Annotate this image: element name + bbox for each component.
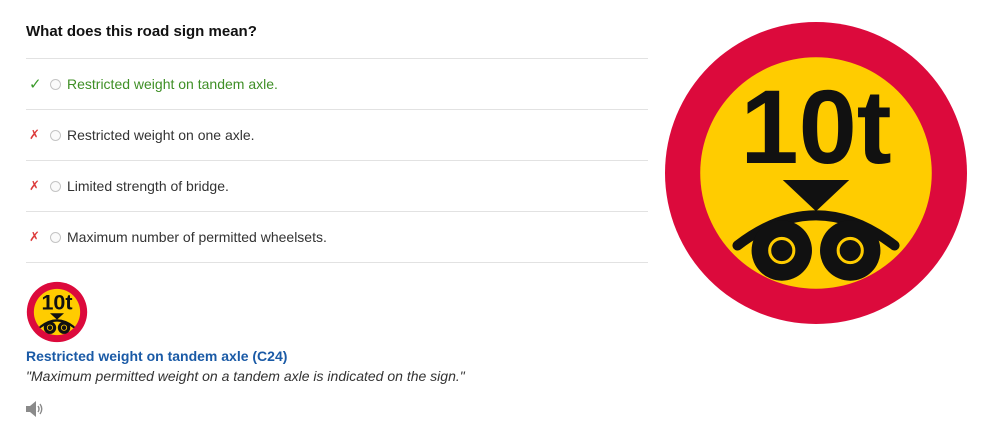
answer-option-2[interactable]: ✗ Restricted weight on one axle. <box>26 110 648 161</box>
road-sign-image: 10t <box>665 22 967 324</box>
cross-icon: ✗ <box>29 127 40 143</box>
answer-label-3: Limited strength of bridge. <box>67 178 229 194</box>
answer-radio-2[interactable] <box>50 129 61 141</box>
sign-thumb-text: 10t <box>41 291 72 315</box>
explanation-panel: 10t Restricted weight on tandem axle (C2… <box>26 281 666 386</box>
cross-icon: ✗ <box>29 229 40 245</box>
question-title: What does this road sign mean? <box>26 0 648 59</box>
sign-wheel-left <box>751 220 812 281</box>
answer-option-4[interactable]: ✗ Maximum number of permitted wheelsets. <box>26 212 648 263</box>
answer-option-1[interactable]: ✓ Restricted weight on tandem axle. <box>26 59 648 110</box>
answer-label-4: Maximum number of permitted wheelsets. <box>67 229 327 245</box>
checkmark-icon: ✓ <box>29 76 42 93</box>
speaker-icon[interactable] <box>25 400 45 418</box>
sign-wheel-right <box>820 220 881 281</box>
answer-option-3[interactable]: ✗ Limited strength of bridge. <box>26 161 648 212</box>
answer-radio-3[interactable] <box>50 180 61 192</box>
answer-label-1: Restricted weight on tandem axle. <box>67 76 278 92</box>
quiz-panel: What does this road sign mean? ✓ Restric… <box>26 0 648 263</box>
explanation-text: "Maximum permitted weight on a tandem ax… <box>26 368 465 384</box>
answer-radio-1[interactable] <box>50 78 61 90</box>
answer-list: ✓ Restricted weight on tandem axle. ✗ Re… <box>26 59 648 263</box>
road-sign-thumbnail: 10t <box>26 281 88 343</box>
explanation-title[interactable]: Restricted weight on tandem axle (C24) <box>26 346 666 366</box>
answer-radio-4[interactable] <box>50 231 61 243</box>
sign-text: 10t <box>740 69 891 186</box>
answer-label-2: Restricted weight on one axle. <box>67 127 255 143</box>
cross-icon: ✗ <box>29 178 40 194</box>
